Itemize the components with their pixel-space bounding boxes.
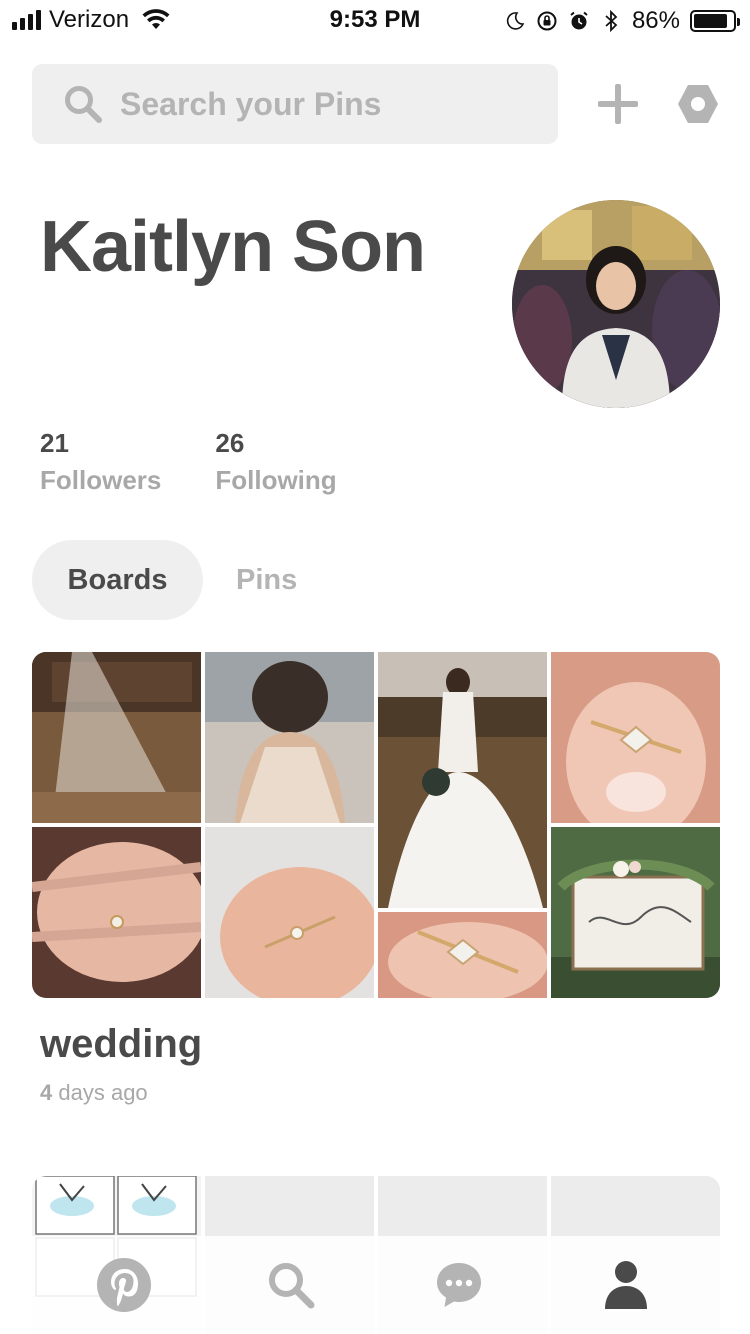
pinterest-logo-icon [96, 1258, 151, 1312]
alarm-icon [570, 11, 588, 30]
followers-count: 21 [40, 428, 69, 458]
board-title[interactable]: wedding [40, 1022, 202, 1067]
status-right: 86% [504, 7, 740, 35]
battery-icon [690, 10, 740, 32]
tab-boards[interactable]: Boards [32, 540, 203, 620]
profile-name: Kaitlyn Son [40, 207, 426, 287]
avatar[interactable] [512, 200, 720, 408]
pin-image [205, 652, 374, 823]
nav-profile[interactable] [596, 1255, 656, 1315]
pin-image [32, 827, 201, 998]
profile-stats: 21 Followers 26 Following [40, 428, 337, 496]
pin-image [551, 652, 720, 823]
nav-messages[interactable] [429, 1255, 489, 1315]
board-cover-collage[interactable] [32, 652, 720, 998]
search-icon [269, 1263, 315, 1309]
orientation-lock-icon [537, 11, 557, 31]
pin-image [551, 827, 720, 998]
nav-home[interactable] [94, 1255, 154, 1315]
search-placeholder: Search your Pins [120, 85, 382, 122]
avatar-photo [512, 200, 720, 408]
person-icon [605, 1261, 648, 1309]
board-age-unit: days ago [58, 1080, 148, 1105]
pin-image [205, 827, 374, 998]
pin-image [378, 912, 547, 998]
hexagon-settings-icon[interactable] [676, 82, 720, 126]
search-icon [65, 86, 102, 123]
following-stat[interactable]: 26 Following [215, 428, 336, 496]
moon-icon [506, 12, 525, 30]
chat-bubble-icon [436, 1263, 481, 1307]
bottom-nav [0, 1236, 750, 1334]
tab-pins[interactable]: Pins [236, 540, 297, 620]
bluetooth-icon [605, 10, 618, 32]
plus-icon[interactable] [596, 82, 640, 126]
battery-percent: 86% [631, 7, 680, 34]
followers-stat[interactable]: 21 Followers [40, 428, 161, 496]
following-label: Following [215, 465, 337, 495]
search-input[interactable]: Search your Pins [32, 64, 558, 144]
board-updated: 4 days ago [40, 1080, 148, 1106]
status-bar: Verizon 9:53 PM 86% [0, 0, 750, 40]
followers-label: Followers [40, 465, 162, 495]
pin-image [378, 652, 547, 908]
following-count: 26 [215, 428, 245, 458]
board-age-number: 4 [40, 1080, 53, 1105]
pin-image [32, 652, 201, 823]
nav-search[interactable] [261, 1255, 321, 1315]
battery-fill [694, 14, 727, 28]
